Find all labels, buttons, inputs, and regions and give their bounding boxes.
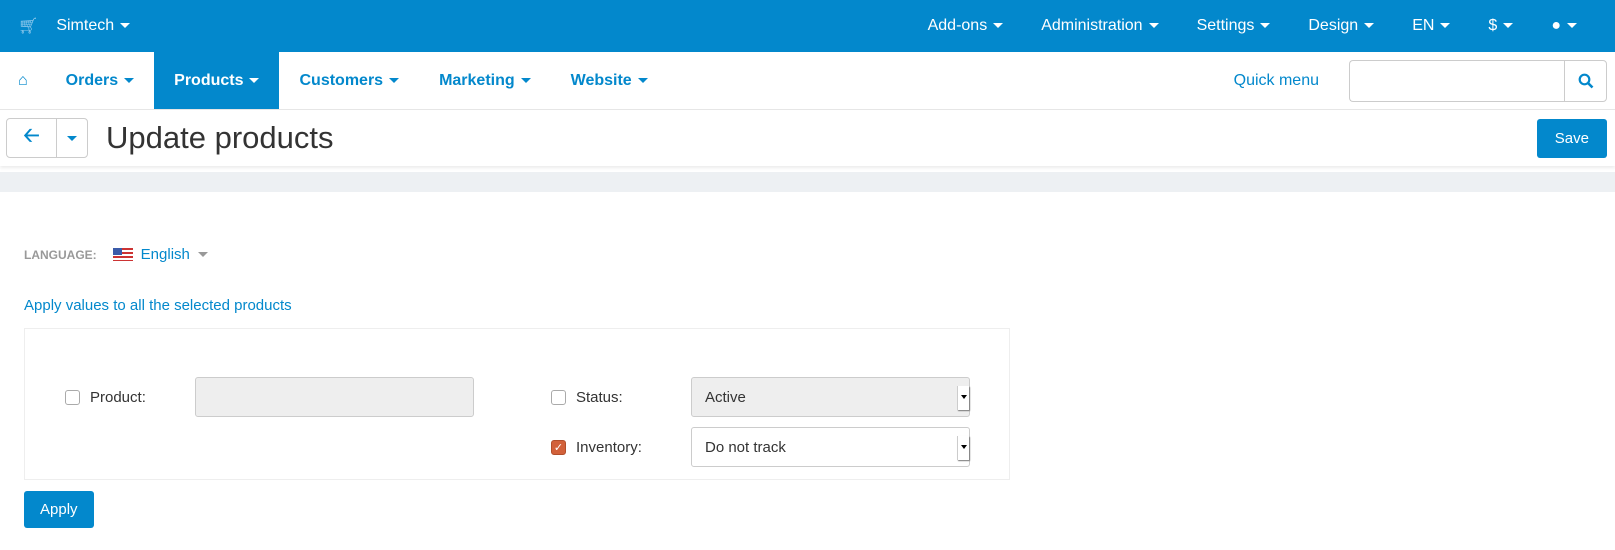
menu-design[interactable]: Design <box>1308 17 1375 35</box>
page-header: 🡠 Update products Save <box>0 110 1615 166</box>
product-input[interactable] <box>195 377 474 417</box>
menu-administration[interactable]: Administration <box>1041 17 1159 35</box>
quick-menu[interactable]: Quick menu <box>1214 52 1349 109</box>
store-switcher[interactable]: 🛒︎ Simtech <box>18 16 131 36</box>
divider <box>0 172 1615 192</box>
cart-icon: 🛒︎ <box>18 18 39 35</box>
top-bar: 🛒︎ Simtech Add-ons Administration Settin… <box>0 0 1615 52</box>
dropdown-arrow-icon <box>957 436 969 460</box>
store-name: Simtech <box>56 17 115 34</box>
status-label: Status: <box>576 389 623 406</box>
nav-website[interactable]: Website <box>551 52 668 109</box>
menu-language[interactable]: EN <box>1412 17 1451 35</box>
page-title: Update products <box>106 120 334 155</box>
section-title[interactable]: Apply values to all the selected product… <box>24 297 1591 314</box>
user-icon: ● <box>1551 17 1561 34</box>
main-nav: ⌂ Orders Products Customers Marketing We… <box>0 52 1615 110</box>
values-panel: Product: Status: Active ✓ Inventory: Do … <box>24 328 1010 480</box>
caret-down-icon <box>120 23 131 29</box>
menu-addons[interactable]: Add-ons <box>928 17 1004 35</box>
search-input[interactable] <box>1349 59 1564 102</box>
search-icon <box>1578 73 1593 88</box>
back-button[interactable]: 🡠 <box>7 119 57 157</box>
nav-marketing[interactable]: Marketing <box>419 52 551 109</box>
us-flag-icon <box>112 248 133 261</box>
search-button[interactable] <box>1564 59 1607 102</box>
dropdown-arrow-icon <box>957 386 969 410</box>
inventory-label: Inventory: <box>576 439 642 456</box>
inventory-select[interactable]: Do not track <box>691 427 970 467</box>
product-label: Product: <box>90 389 146 406</box>
nav-products[interactable]: Products <box>154 52 280 109</box>
nav-customers[interactable]: Customers <box>279 52 419 109</box>
menu-settings[interactable]: Settings <box>1197 17 1271 35</box>
status-checkbox[interactable] <box>551 390 566 405</box>
save-button[interactable]: Save <box>1536 118 1607 158</box>
status-select[interactable]: Active <box>691 377 970 417</box>
menu-user[interactable]: ● <box>1551 17 1577 35</box>
nav-orders[interactable]: Orders <box>46 52 154 109</box>
apply-button[interactable]: Apply <box>24 491 94 528</box>
home-icon[interactable]: ⌂ <box>0 52 46 109</box>
product-checkbox[interactable] <box>65 390 80 405</box>
history-dropdown[interactable] <box>57 119 87 157</box>
language-selector[interactable]: English <box>112 246 208 263</box>
menu-currency[interactable]: $ <box>1488 17 1514 35</box>
inventory-checkbox[interactable]: ✓ <box>551 440 566 455</box>
language-label: LANGUAGE: <box>24 247 97 262</box>
